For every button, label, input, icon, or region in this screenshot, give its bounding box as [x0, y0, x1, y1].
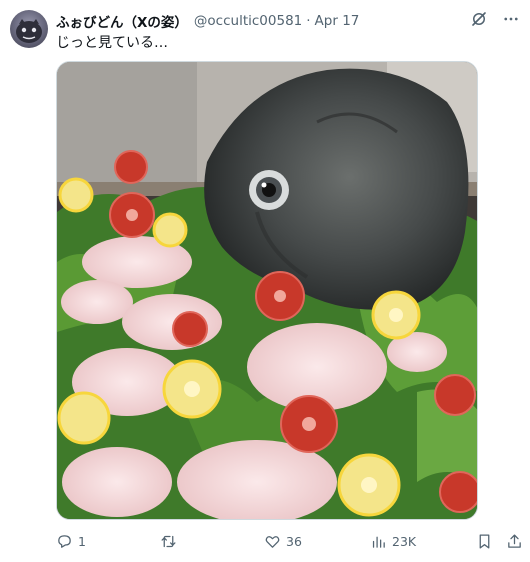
grok-button[interactable]: [470, 10, 488, 28]
reply-icon: [58, 534, 71, 548]
header-separator: ·: [306, 13, 311, 29]
sunfish-sashimi-photo: [57, 62, 477, 519]
views-icon: [372, 536, 385, 548]
post-image[interactable]: [56, 61, 478, 520]
bookmark-icon: [479, 533, 490, 549]
reply-button[interactable]: 1: [56, 533, 86, 550]
heart-icon: [265, 535, 280, 548]
share-icon: [508, 533, 521, 548]
user-handle[interactable]: @occultic00581: [194, 13, 302, 29]
header-actions: [470, 10, 520, 28]
views-button[interactable]: 23K: [370, 533, 416, 550]
bookmark-button[interactable]: [476, 533, 493, 550]
more-button[interactable]: [502, 10, 520, 28]
like-button[interactable]: 36: [264, 533, 302, 550]
avatar[interactable]: [10, 10, 48, 48]
display-name[interactable]: ふぉびどん（Xの姿）: [56, 11, 188, 31]
avatar-image: [16, 19, 42, 43]
tweet-text: じっと見ている…: [56, 35, 168, 51]
retweet-icon: [161, 535, 176, 547]
action-bar: 1 36 23K: [56, 530, 524, 552]
tweet-post: ふぉびどん（Xの姿） @occultic00581 · Apr 17 じっと見て…: [0, 0, 530, 562]
view-count: 23K: [392, 533, 417, 549]
more-icon: [504, 17, 518, 21]
grok-icon: [472, 12, 486, 26]
tweet-header: ふぉびどん（Xの姿） @occultic00581 · Apr 17: [56, 10, 460, 32]
share-button[interactable]: [506, 533, 523, 550]
like-count: 36: [286, 533, 302, 549]
retweet-button[interactable]: [160, 533, 182, 550]
reply-count: 1: [78, 533, 86, 549]
post-date[interactable]: Apr 17: [315, 13, 360, 29]
